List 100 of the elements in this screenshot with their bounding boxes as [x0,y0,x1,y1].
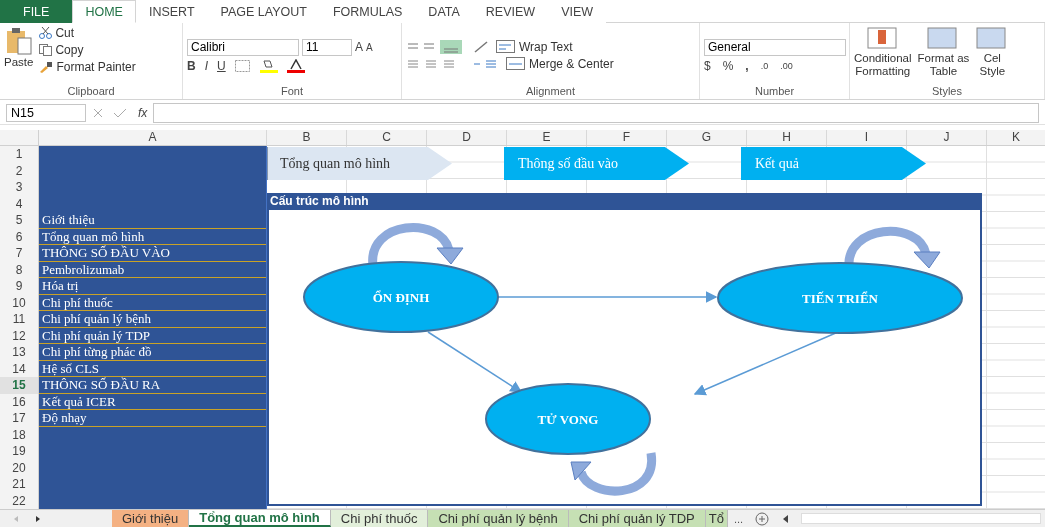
italic-button[interactable]: I [204,58,208,73]
column-header[interactable]: D [427,130,507,145]
menu-link[interactable]: Pembrolizumab [39,261,266,278]
menu-link[interactable]: Hóa trị [39,278,266,295]
comma-button[interactable]: , [745,58,749,73]
clipboard-icon [4,26,33,56]
more-tabs-button[interactable]: ... [727,510,750,527]
font-size-dropdown[interactable]: 11 [302,38,352,56]
format-painter-button[interactable]: Format Painter [39,60,136,74]
menu-link[interactable]: Độ nhạy [39,410,266,427]
table-icon [865,26,900,52]
name-box[interactable]: N15 [6,104,86,122]
row-header[interactable]: 7 [0,245,38,262]
grow-font-button[interactable]: A [355,40,363,54]
state-node: TIẾN TRIỂN [717,262,963,334]
column-header[interactable]: E [507,130,587,145]
copy-icon [39,44,53,56]
indent-icon [474,58,498,70]
menu-link[interactable]: Chi phí quản lý TDP [39,327,266,344]
insert-function-button[interactable]: fx [138,106,148,120]
menu-link[interactable]: Chi phí quản lý bệnh [39,311,266,328]
column-header[interactable]: B [267,130,347,145]
bold-button[interactable]: B [187,58,196,73]
number-format-dropdown[interactable]: General [704,38,846,56]
row-header[interactable]: 2 [0,162,38,179]
row-header[interactable]: 3 [0,179,38,196]
menu-link[interactable]: THÔNG SỐ ĐẦU RA [39,377,266,394]
format-as-table-button[interactable]: Format as Table [917,26,970,85]
ribbon-tab[interactable]: HOME [72,0,136,23]
row-header[interactable]: 15 [0,377,38,394]
menu-link[interactable]: THÔNG SỐ ĐẦU VÀO [39,245,266,262]
column-header[interactable]: C [347,130,427,145]
row-header[interactable]: 12 [0,327,38,344]
copy-button[interactable]: Copy [39,43,136,57]
row-header[interactable]: 9 [0,278,38,295]
row-header[interactable]: 18 [0,426,38,443]
wrap-text-button[interactable]: Wrap Text [496,40,573,54]
merge-icon [506,57,526,71]
row-header[interactable]: 5 [0,212,38,229]
menu-link[interactable]: Chi phí thuốc [39,294,266,311]
row-header[interactable]: 22 [0,492,38,509]
scissors-icon [39,27,53,39]
percent-button[interactable]: % [722,58,734,73]
decimal-button[interactable]: .00 [780,60,793,71]
borders-icon [234,59,251,72]
font-color-icon [286,58,305,73]
sheet-tab[interactable]: Chi phí thuốc [330,510,429,527]
row-header[interactable]: 4 [0,195,38,212]
currency-button[interactable]: $ [704,58,711,73]
file-tab[interactable]: FILE [0,0,73,23]
formula-input[interactable] [153,103,1039,123]
column-header[interactable]: A [39,130,267,145]
nav-arrow-button[interactable]: Tổng quan mô hình [267,147,452,180]
shrink-font-button[interactable]: A [366,41,373,53]
menu-link[interactable]: Chi phí từng phác đồ [39,344,266,361]
sheet-tab[interactable]: Chi phí quản lý TDP [568,510,706,527]
menu-link[interactable]: Kết quả ICER [39,393,266,410]
group-label: Styles [931,85,963,99]
row-header[interactable]: 20 [0,459,38,476]
menu-link[interactable]: Hệ số CLS [39,360,266,377]
font-name-dropdown[interactable]: Calibri [187,38,299,56]
state-node: ỔN ĐỊNH [303,261,499,333]
cell-styles-button[interactable]: Cel Style [975,26,1010,85]
row-header[interactable]: 21 [0,476,38,493]
column-header[interactable]: G [667,130,747,145]
paste-button[interactable]: Paste [4,26,34,85]
row-header[interactable]: 19 [0,443,38,460]
row-header[interactable]: 16 [0,393,38,410]
add-sheet-icon [755,511,770,526]
row-header[interactable]: 8 [0,261,38,278]
row-header[interactable]: 14 [0,360,38,377]
sheet-tab[interactable]: Tổng quan mô hình [189,510,331,527]
row-header[interactable]: 10 [0,294,38,311]
merge-center-button[interactable]: Merge & Center [506,57,614,71]
orientation-icon [474,41,488,53]
horizontal-scrollbar[interactable] [801,513,1041,524]
row-header[interactable]: 11 [0,311,38,328]
conditional-formatting-button[interactable]: Conditional Formatting [854,26,912,85]
row-header[interactable]: 6 [0,228,38,245]
sheet-tab[interactable]: Tổ [705,510,728,527]
column-header[interactable]: H [747,130,827,145]
group-label: Number [753,85,796,99]
column-header[interactable]: I [827,130,907,145]
row-header[interactable]: 1 [0,146,38,163]
sheet-tab[interactable]: Chi phí quản lý bệnh [428,510,569,527]
column-header[interactable]: K [987,130,1045,145]
sheet-tab[interactable]: Giới thiệu [112,510,190,527]
fill-color-icon [259,58,278,73]
row-header[interactable]: 13 [0,344,38,361]
cut-button[interactable]: Cut [39,26,136,40]
diagram-title: Cấu trúc mô hình [267,193,982,210]
menu-link[interactable]: Tổng quan mô hình [39,228,266,245]
brush-icon [39,61,54,73]
column-header[interactable]: F [587,130,667,145]
underline-button[interactable]: U [217,58,226,73]
group-label: Clipboard [66,85,116,99]
menu-link[interactable]: Giới thiệu [39,212,266,229]
decimal-button[interactable]: .0 [760,60,769,71]
column-header[interactable]: J [907,130,987,145]
row-header[interactable]: 17 [0,410,38,427]
